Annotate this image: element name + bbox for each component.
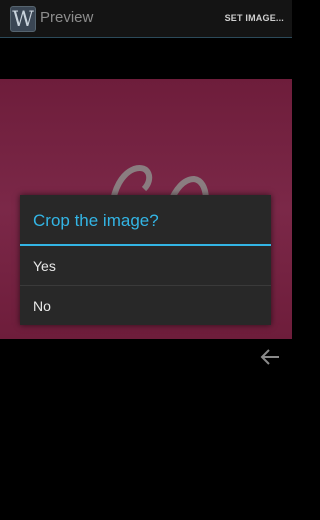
back-arrow-icon[interactable] <box>258 345 282 369</box>
dialog-option-no[interactable]: No <box>20 287 271 326</box>
set-image-button[interactable]: SET IMAGE... <box>225 13 284 23</box>
dialog-option-yes[interactable]: Yes <box>20 247 271 286</box>
action-bar: W Preview SET IMAGE... <box>0 0 292 38</box>
dialog-title: Crop the image? <box>33 211 159 230</box>
dialog-divider <box>20 244 271 246</box>
crop-dialog: Crop the image? Yes No <box>20 195 271 325</box>
app-icon[interactable]: W <box>10 6 36 32</box>
page-title: Preview <box>40 9 94 26</box>
